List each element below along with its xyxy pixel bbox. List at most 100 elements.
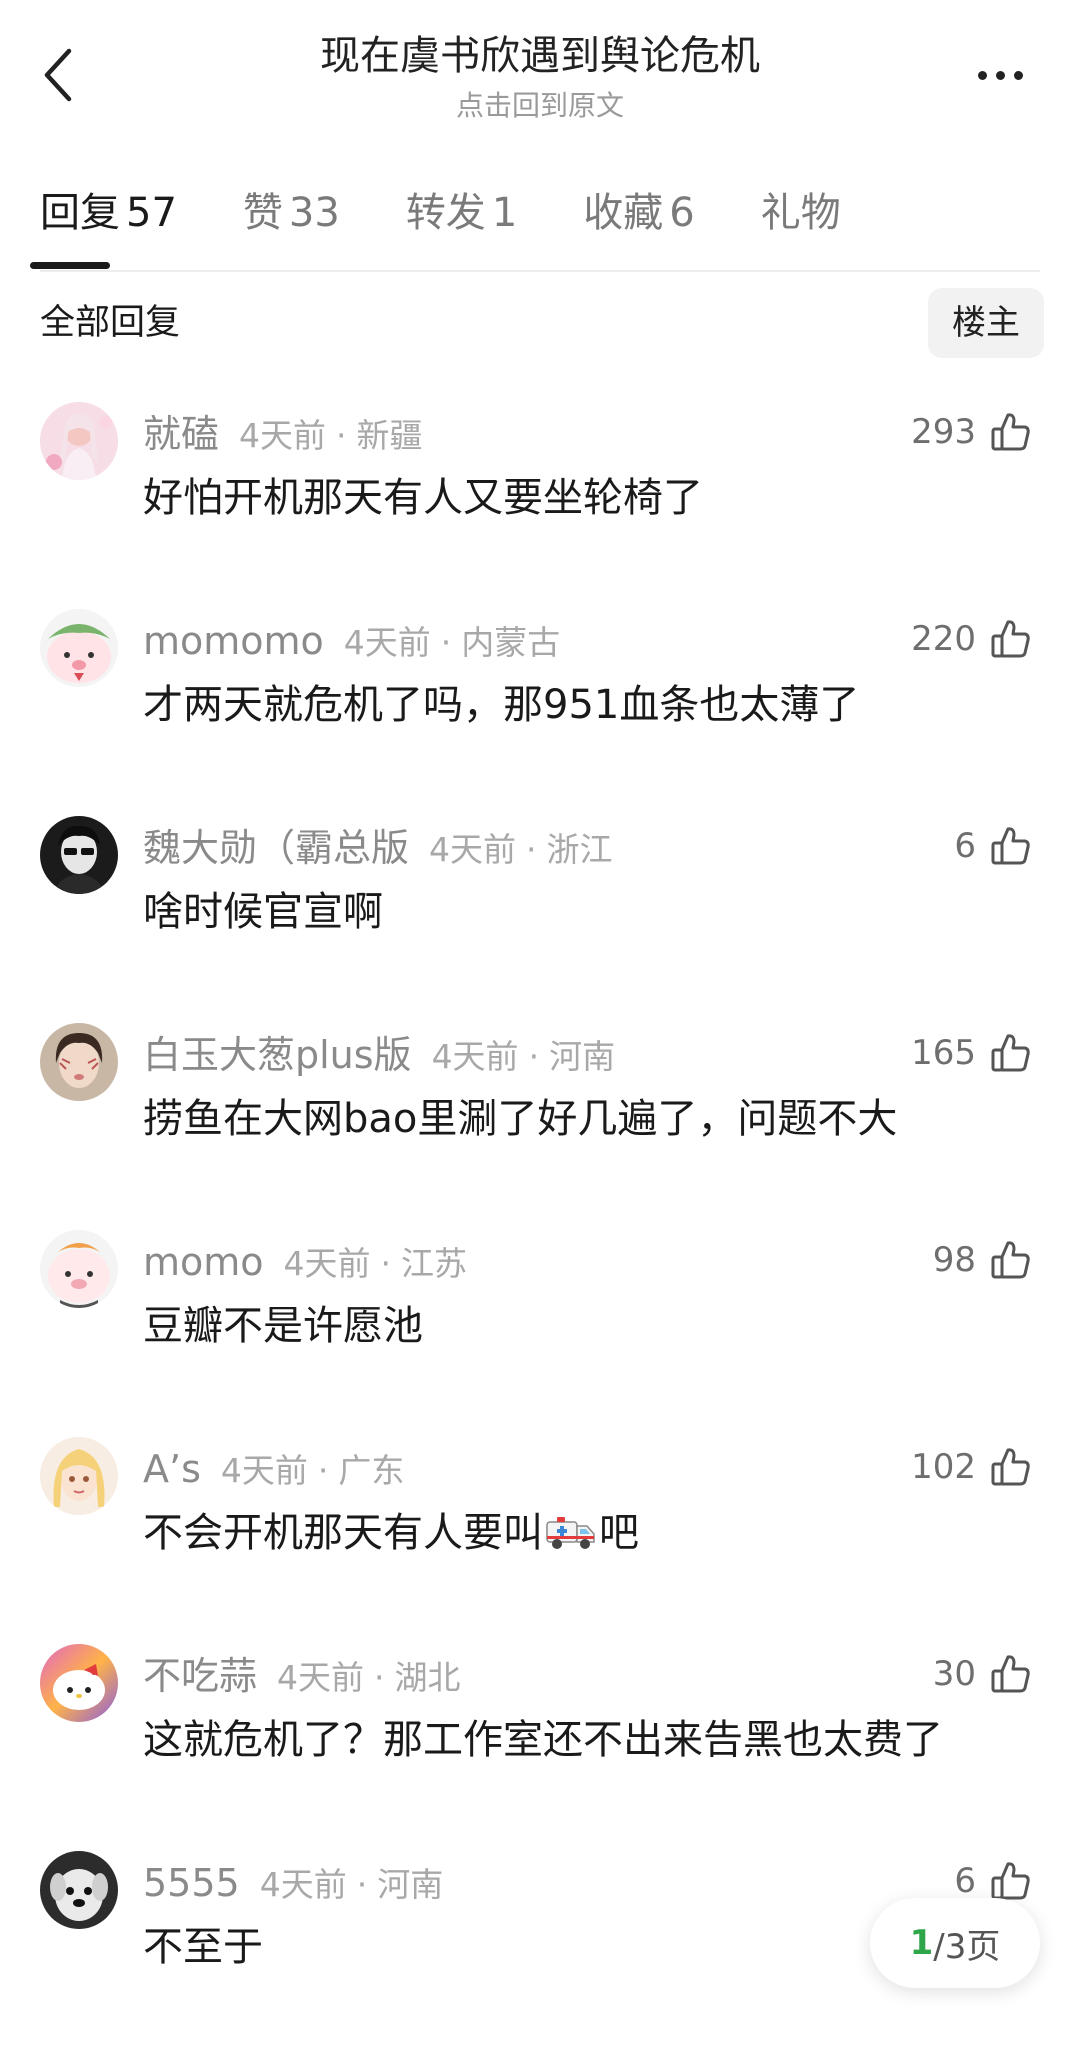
tab-label: 赞 bbox=[242, 190, 283, 236]
like-button[interactable]: 98 bbox=[933, 1230, 1032, 1290]
comment-meta: momomo 4天前 · 内蒙古 bbox=[143, 613, 560, 669]
comment-time: 4天前 bbox=[431, 1037, 519, 1076]
separator: · bbox=[317, 1451, 329, 1490]
separator: · bbox=[526, 830, 537, 869]
like-button[interactable]: 165 bbox=[911, 1023, 1032, 1083]
username[interactable]: 不吃蒜 bbox=[143, 1654, 257, 1698]
like-count: 6 bbox=[954, 1861, 976, 1901]
like-count: 220 bbox=[911, 619, 976, 659]
like-button[interactable]: 220 bbox=[911, 609, 1032, 669]
thumbs-up-icon bbox=[991, 1655, 1030, 1693]
comment-region: 广东 bbox=[338, 1451, 405, 1490]
separator: · bbox=[380, 1244, 392, 1283]
more-dot-icon bbox=[977, 70, 987, 80]
avatar[interactable] bbox=[40, 1644, 118, 1722]
username[interactable]: 白玉大葱plus版 bbox=[143, 1033, 412, 1077]
back-button[interactable] bbox=[28, 40, 88, 110]
avatar[interactable] bbox=[40, 1230, 118, 1308]
comment-text: 啥时候官宣啊 bbox=[143, 889, 383, 935]
total-pages: /3页 bbox=[933, 1926, 1001, 1967]
tab-favorites[interactable]: 收藏 6 bbox=[583, 180, 694, 250]
like-button[interactable]: 6 bbox=[954, 816, 1032, 876]
avatar[interactable] bbox=[40, 1023, 118, 1101]
comment-region: 浙江 bbox=[546, 830, 613, 869]
top-bar: 现在虞书欣遇到舆论危机 点击回到原文 bbox=[0, 0, 1080, 140]
comment-text: 这就危机了？那工作室还不出来告黑也太费了 bbox=[143, 1717, 943, 1763]
comment-item[interactable]: momomo 4天前 · 内蒙古 才两天就危机了吗，那951血条也太薄了 220 bbox=[0, 609, 1080, 809]
comment-time: 4天前 bbox=[220, 1451, 308, 1490]
like-button[interactable]: 102 bbox=[911, 1437, 1032, 1497]
owner-only-button[interactable]: 楼主 bbox=[928, 288, 1044, 358]
like-button[interactable]: 30 bbox=[933, 1644, 1032, 1704]
tab-reposts[interactable]: 转发 1 bbox=[406, 180, 517, 250]
username[interactable]: 5555 bbox=[143, 1861, 240, 1905]
like-count: 98 bbox=[932, 1240, 976, 1280]
comment-text: 好怕开机那天有人又要坐轮椅了 bbox=[143, 475, 703, 521]
tab-label: 回复 bbox=[40, 190, 120, 236]
like-count: 6 bbox=[954, 826, 976, 866]
like-count: 293 bbox=[911, 412, 976, 452]
tab-bar: 回复 57 赞 33 转发 1 收藏 6 礼物 bbox=[40, 180, 1040, 270]
comment-text: 不会开机那天有人要叫 吧 bbox=[143, 1503, 639, 1563]
thumbs-up-icon bbox=[991, 1448, 1030, 1486]
chevron-left-icon bbox=[44, 48, 72, 102]
tab-divider bbox=[40, 270, 1040, 272]
avatar[interactable] bbox=[40, 1437, 118, 1515]
like-count: 165 bbox=[911, 1033, 976, 1073]
tab-count: 6 bbox=[669, 190, 695, 236]
comment-time: 4天前 bbox=[277, 1658, 365, 1697]
comment-item[interactable]: momo 4天前 · 江苏 豆瓣不是许愿池 98 bbox=[0, 1230, 1080, 1430]
username[interactable]: momomo bbox=[143, 619, 324, 663]
comment-region: 河南 bbox=[377, 1865, 444, 1904]
tab-replies[interactable]: 回复 57 bbox=[40, 180, 177, 250]
comment-item[interactable]: 魏大勋（霸总版 4天前 · 浙江 啥时候官宣啊 6 bbox=[0, 816, 1080, 1016]
comment-text: 不至于 bbox=[143, 1924, 263, 1970]
more-dot-icon bbox=[995, 70, 1005, 80]
comment-region: 湖北 bbox=[394, 1658, 461, 1697]
comment-item[interactable]: 白玉大葱plus版 4天前 · 河南 捞鱼在大网bao里涮了好几遍了，问题不大 165 bbox=[0, 1023, 1080, 1223]
separator: · bbox=[528, 1037, 540, 1076]
thumbs-up-icon bbox=[991, 1034, 1030, 1072]
separator: · bbox=[336, 416, 347, 455]
comment-item[interactable]: 不吃蒜 4天前 · 湖北 这就危机了？那工作室还不出来告黑也太费了 30 bbox=[0, 1644, 1080, 1844]
tab-label: 礼物 bbox=[760, 190, 841, 236]
avatar[interactable] bbox=[40, 609, 118, 687]
comment-text: 豆瓣不是许愿池 bbox=[143, 1303, 423, 1349]
active-tab-indicator bbox=[30, 262, 110, 269]
comment-region: 内蒙古 bbox=[461, 623, 561, 662]
avatar[interactable] bbox=[40, 1851, 118, 1929]
comment-time: 4天前 bbox=[239, 416, 327, 455]
comment-region: 新疆 bbox=[356, 416, 423, 455]
current-page: 1 bbox=[909, 1923, 934, 1963]
thumbs-up-icon bbox=[991, 1241, 1030, 1279]
username[interactable]: 就磕 bbox=[143, 412, 219, 456]
comment-time: 4天前 bbox=[283, 1244, 371, 1283]
comment-meta: 不吃蒜 4天前 · 湖北 bbox=[143, 1648, 461, 1704]
comment-meta: 白玉大葱plus版 4天前 · 河南 bbox=[143, 1027, 615, 1083]
like-button[interactable]: 293 bbox=[911, 402, 1032, 462]
comment-region: 江苏 bbox=[401, 1244, 468, 1283]
comment-item[interactable]: 就磕 4天前 · 新疆 好怕开机那天有人又要坐轮椅了 293 bbox=[0, 402, 1080, 602]
separator: · bbox=[374, 1658, 385, 1697]
tab-label: 收藏 bbox=[583, 190, 664, 236]
comment-text-part: 吧 bbox=[599, 1510, 639, 1556]
tab-likes[interactable]: 赞 33 bbox=[243, 180, 340, 250]
username[interactable]: 魏大勋（霸总版 bbox=[143, 826, 409, 870]
comment-meta: 5555 4天前 · 河南 bbox=[143, 1855, 443, 1911]
section-title: 全部回复 bbox=[40, 303, 181, 343]
avatar[interactable] bbox=[40, 402, 118, 480]
back-to-original-link[interactable]: 点击回到原文 bbox=[140, 86, 940, 126]
comment-region: 河南 bbox=[549, 1037, 616, 1076]
avatar[interactable] bbox=[40, 816, 118, 894]
more-options-button[interactable] bbox=[960, 52, 1040, 98]
comment-item[interactable]: A’s 4天前 · 广东 不会开机那天有人要叫 吧 102 bbox=[0, 1437, 1080, 1637]
title-block[interactable]: 现在虞书欣遇到舆论危机 点击回到原文 bbox=[140, 28, 940, 126]
tab-gifts[interactable]: 礼物 bbox=[761, 180, 841, 250]
username[interactable]: A’s bbox=[143, 1447, 201, 1491]
separator: · bbox=[356, 1865, 368, 1904]
thumbs-up-icon bbox=[991, 1862, 1030, 1900]
ambulance-icon bbox=[546, 1517, 595, 1549]
comment-text: 才两天就危机了吗，那951血条也太薄了 bbox=[143, 682, 860, 728]
username[interactable]: momo bbox=[143, 1240, 264, 1284]
page-indicator[interactable]: 1/3页 bbox=[870, 1898, 1040, 1988]
